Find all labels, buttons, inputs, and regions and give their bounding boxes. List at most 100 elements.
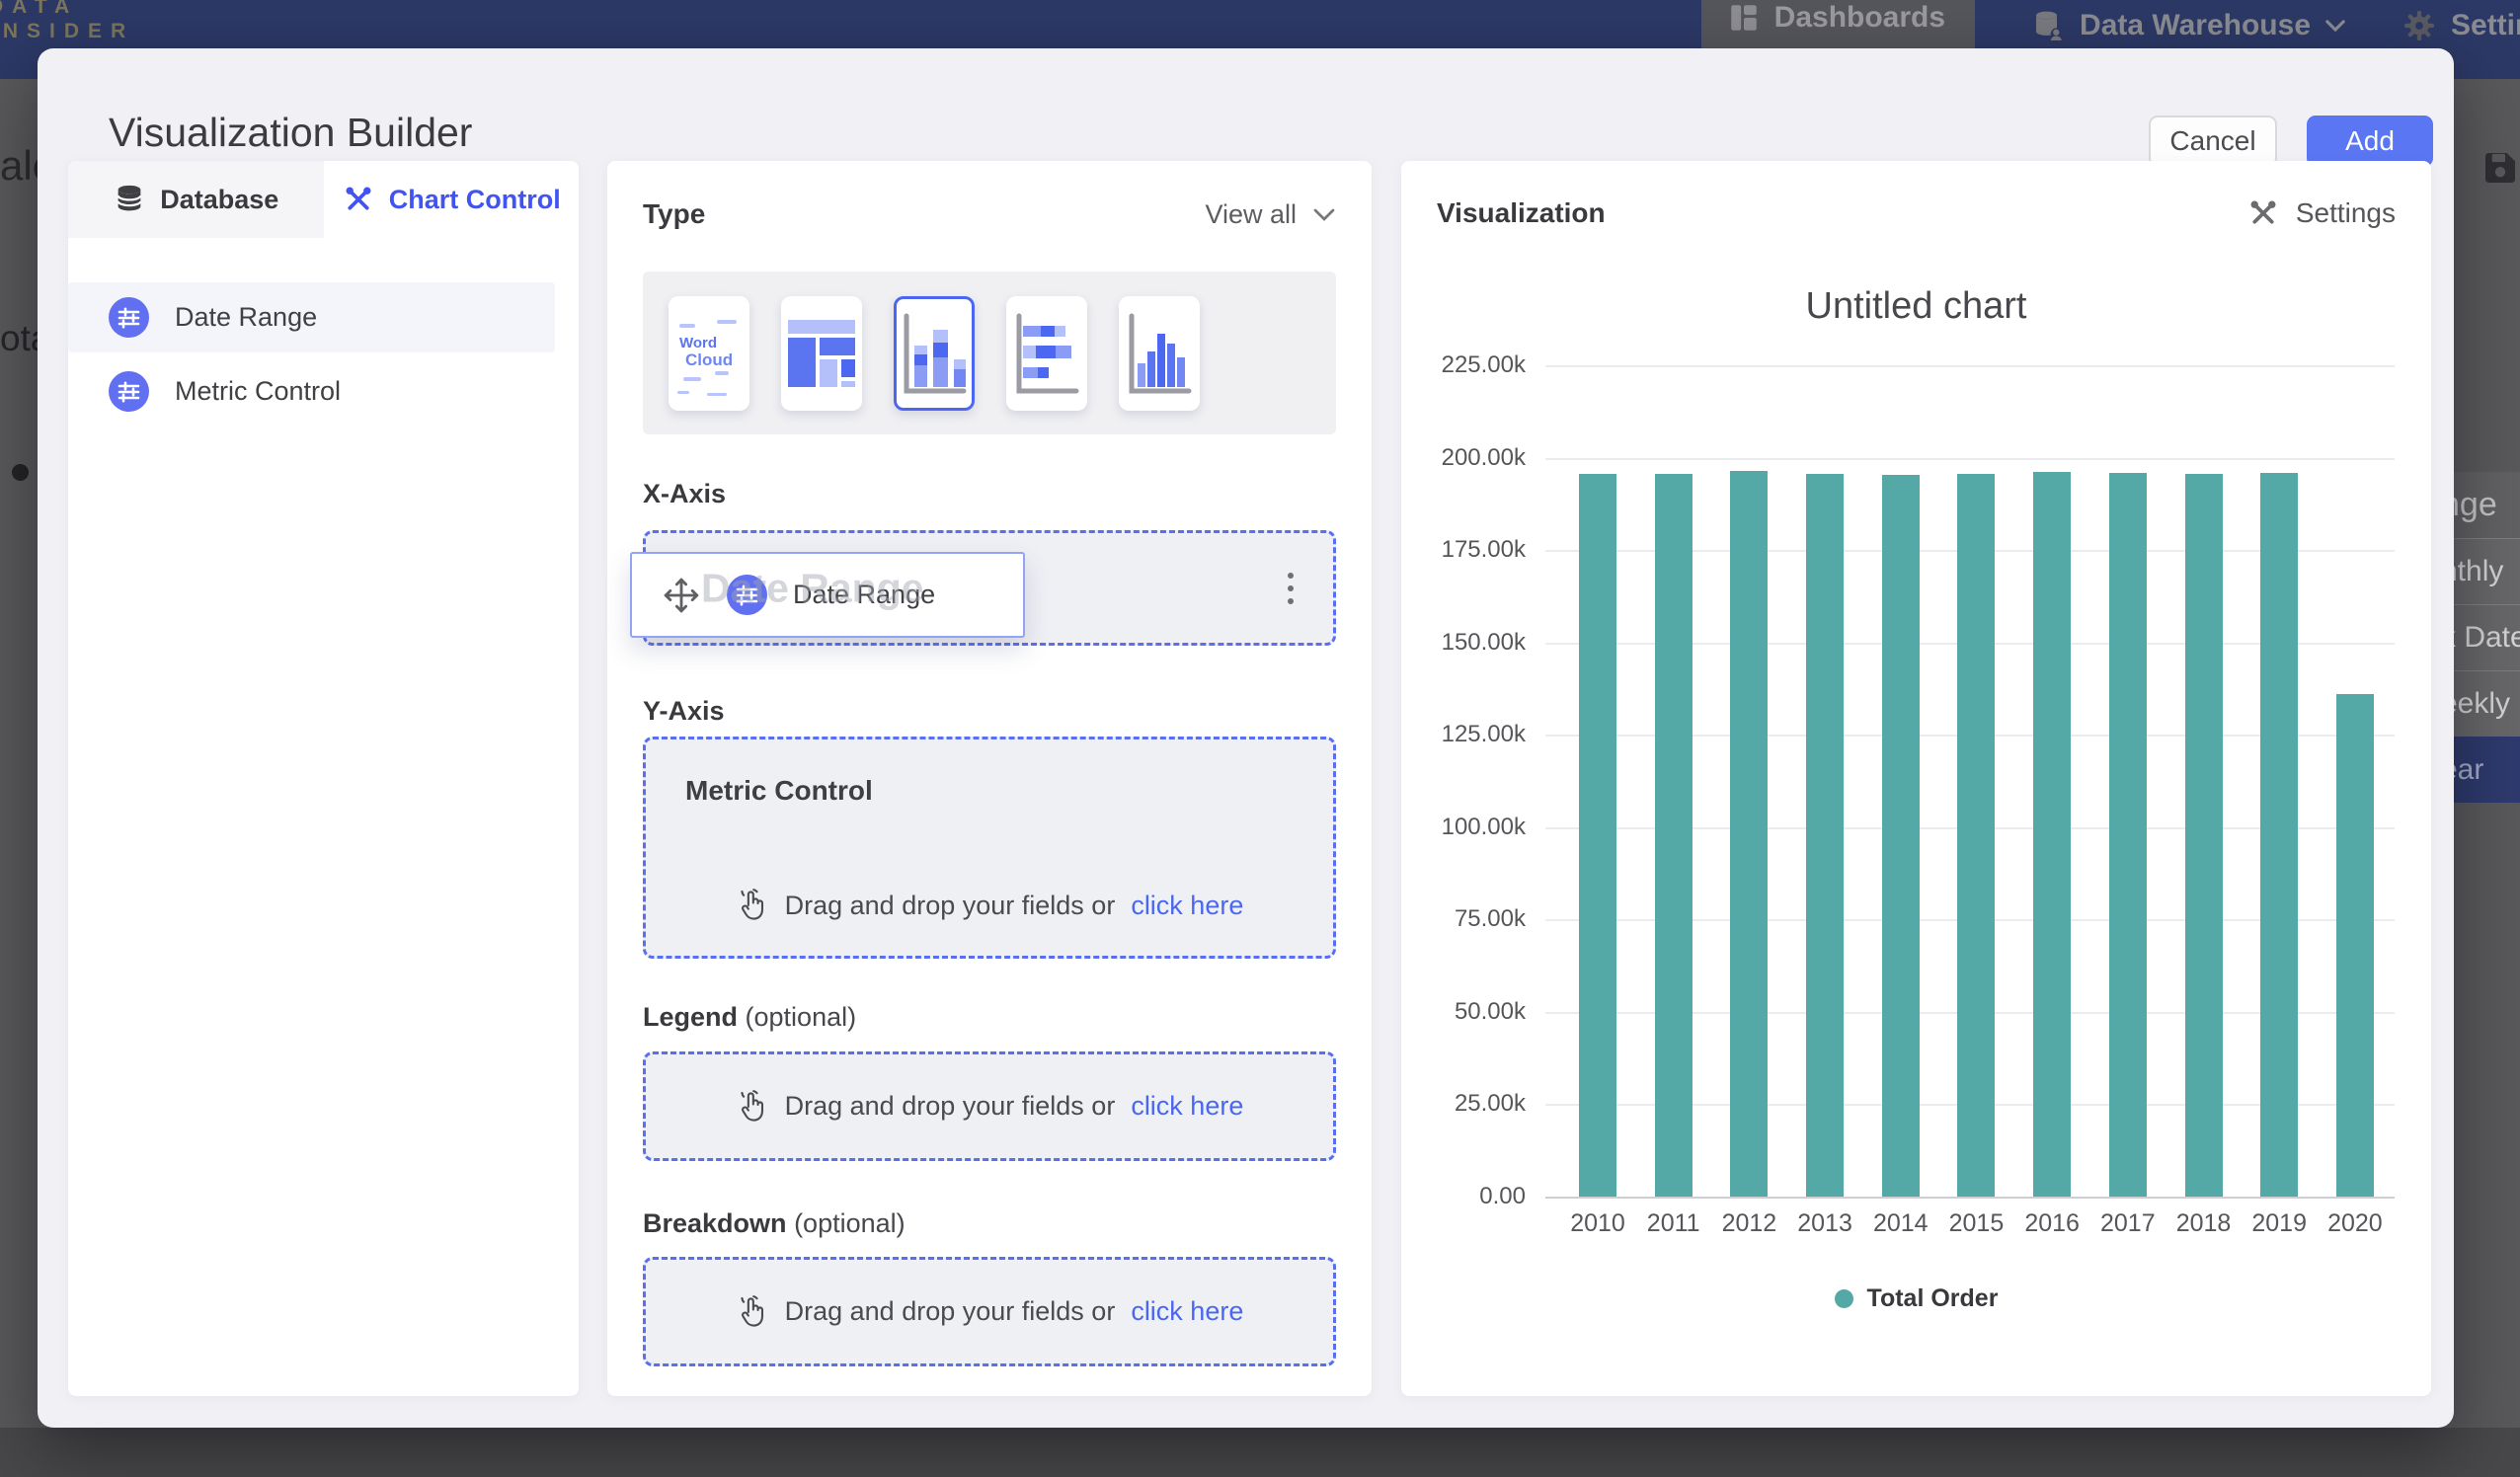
chart-bars xyxy=(1579,365,2374,1197)
legend-marker-total-order xyxy=(1835,1289,1853,1308)
dragged-field-date-range[interactable]: Date Range xyxy=(630,552,1025,638)
chart-legend[interactable]: Total Order xyxy=(1401,1284,2431,1313)
bar-2017[interactable] xyxy=(2109,473,2147,1197)
x-axis-tick: 2012 xyxy=(1711,1209,1786,1238)
y-axis-dropzone[interactable]: Metric Control Drag and drop your fields… xyxy=(643,737,1336,959)
tab-database[interactable]: Database xyxy=(68,161,324,238)
y-axis-tick: 100.00k xyxy=(1401,814,1526,841)
dragged-field-label: Date Range xyxy=(793,580,935,610)
type-label: Type xyxy=(643,198,705,230)
legend-dropzone[interactable]: Drag and drop your fields or click here xyxy=(643,1051,1336,1161)
add-button[interactable]: Add xyxy=(2307,116,2433,167)
bar-2013[interactable] xyxy=(1806,474,1844,1197)
field-item-label: Date Range xyxy=(175,302,317,333)
type-card-column[interactable] xyxy=(1119,296,1200,411)
x-axis-tick: 2017 xyxy=(2090,1209,2166,1238)
bg-bottom-strip xyxy=(0,1428,2520,1477)
x-axis-tick: 2013 xyxy=(1787,1209,1862,1238)
y-axis-tick: 225.00k xyxy=(1401,351,1526,379)
nav-settings[interactable]: Settings xyxy=(2402,8,2520,43)
chevron-down-icon xyxy=(2324,19,2346,33)
builder-panel: Type View all Word Cloud xyxy=(607,161,1372,1396)
type-card-treemap[interactable] xyxy=(781,296,862,411)
field-item-date-range[interactable]: Date Range xyxy=(68,282,555,352)
metric-control-group-label: Metric Control xyxy=(685,775,873,807)
type-card-stacked-bar[interactable] xyxy=(1006,296,1087,411)
bar-2010[interactable] xyxy=(1579,474,1616,1197)
svg-text:Cloud: Cloud xyxy=(685,350,733,369)
x-axis-dropzone[interactable]: Date Range Date Range xyxy=(643,530,1336,646)
database-icon xyxy=(113,183,146,216)
bar-2012[interactable] xyxy=(1730,471,1768,1197)
y-axis-tick: 0.00 xyxy=(1401,1183,1526,1210)
fields-panel-tabs: Database Chart Control xyxy=(68,161,579,238)
x-axis-tick: 2010 xyxy=(1560,1209,1635,1238)
y-axis-tick: 25.00k xyxy=(1401,1090,1526,1118)
breakdown-drop-hint: Drag and drop your fields or click here xyxy=(646,1294,1333,1330)
breakdown-section-label: Breakdown (optional) xyxy=(643,1208,906,1239)
visualization-panel: Visualization Settings Untitled chart 22… xyxy=(1401,161,2431,1396)
field-item-metric-control[interactable]: Metric Control xyxy=(68,356,555,427)
breakdown-dropzone[interactable]: Drag and drop your fields or click here xyxy=(643,1257,1336,1366)
y-axis-tick: 125.00k xyxy=(1401,721,1526,748)
y-axis-drop-hint: Drag and drop your fields or click here xyxy=(646,888,1333,923)
top-nav: Dashboards Data Warehouse Settings xyxy=(1701,0,2520,51)
x-axis-tick: 2018 xyxy=(2166,1209,2242,1238)
type-card-stacked-column[interactable] xyxy=(894,296,975,411)
tools-icon xyxy=(342,183,375,216)
save-icon[interactable] xyxy=(2481,148,2520,188)
x-axis-tick: 2014 xyxy=(1863,1209,1938,1238)
x-axis-tick: 2019 xyxy=(2242,1209,2317,1238)
type-card-word-cloud[interactable]: Word Cloud xyxy=(669,296,749,411)
x-axis-tick: 2016 xyxy=(2014,1209,2089,1238)
field-item-label: Metric Control xyxy=(175,376,341,407)
click-here-link[interactable]: click here xyxy=(1131,1091,1243,1122)
click-hand-icon xyxy=(736,888,769,923)
control-sliders-icon xyxy=(109,297,149,338)
bar-2016[interactable] xyxy=(2033,472,2071,1197)
tab-chart-control[interactable]: Chart Control xyxy=(324,161,580,238)
move-icon xyxy=(662,576,701,615)
visualization-builder-modal: Visualization Builder Cancel Add Databas… xyxy=(38,48,2454,1428)
click-here-link[interactable]: click here xyxy=(1131,891,1243,921)
bar-2019[interactable] xyxy=(2260,473,2298,1197)
gridline xyxy=(1545,1197,2395,1199)
modal-title: Visualization Builder xyxy=(109,110,472,156)
warehouse-database-icon xyxy=(2030,8,2066,43)
legend-label: Total Order xyxy=(1867,1284,1999,1313)
click-hand-icon xyxy=(736,1294,769,1330)
y-axis-tick: 50.00k xyxy=(1401,998,1526,1026)
y-axis-tick: 200.00k xyxy=(1401,444,1526,472)
view-all-dropdown[interactable]: View all xyxy=(1205,199,1336,230)
y-axis-tick: 75.00k xyxy=(1401,905,1526,933)
legend-drop-hint: Drag and drop your fields or click here xyxy=(646,1089,1333,1125)
kebab-menu-icon[interactable] xyxy=(1280,565,1301,612)
bar-2014[interactable] xyxy=(1882,475,1920,1197)
chart-type-gallery: Word Cloud xyxy=(643,272,1336,434)
dashboards-grid-icon xyxy=(1727,1,1761,35)
nav-data-warehouse[interactable]: Data Warehouse xyxy=(2030,8,2346,43)
bar-2020[interactable] xyxy=(2336,694,2374,1197)
fields-panel: Database Chart Control Date Range xyxy=(68,161,579,1396)
bg-bullet-dot xyxy=(12,464,29,481)
svg-text:Word: Word xyxy=(679,335,717,351)
chart-x-labels: 2010201120122013201420152016201720182019… xyxy=(1560,1209,2393,1238)
x-axis-label: X-Axis xyxy=(643,479,726,509)
cancel-button[interactable]: Cancel xyxy=(2149,116,2277,167)
bar-2011[interactable] xyxy=(1655,474,1693,1197)
y-axis-tick: 175.00k xyxy=(1401,536,1526,564)
chevron-down-icon xyxy=(1312,207,1336,222)
click-hand-icon xyxy=(736,1089,769,1125)
x-axis-tick: 2020 xyxy=(2318,1209,2393,1238)
click-here-link[interactable]: click here xyxy=(1131,1296,1243,1327)
app-logo: DATA INSIDER xyxy=(0,0,134,43)
bar-2018[interactable] xyxy=(2185,474,2223,1197)
control-sliders-icon xyxy=(109,371,149,412)
y-axis-label: Y-Axis xyxy=(643,696,725,727)
bar-2015[interactable] xyxy=(1957,474,1995,1197)
control-field-list: Date Range Metric Control xyxy=(68,238,579,427)
x-axis-tick: 2015 xyxy=(1938,1209,2013,1238)
x-axis-tick: 2011 xyxy=(1636,1209,1711,1238)
control-sliders-icon xyxy=(727,575,767,615)
gear-icon xyxy=(2402,8,2437,43)
